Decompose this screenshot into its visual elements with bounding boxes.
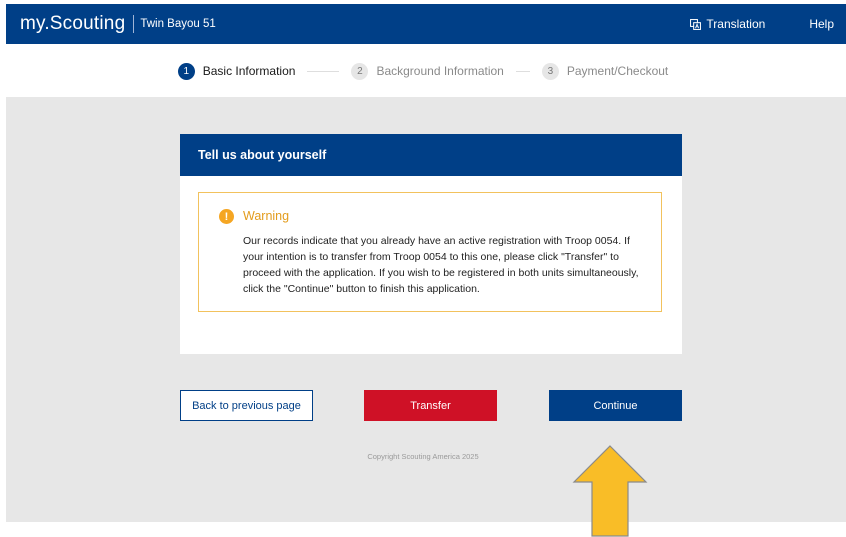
registration-stepper: 1 Basic Information 2 Background Informa… bbox=[0, 58, 846, 84]
step-number: 3 bbox=[541, 62, 559, 80]
warning-title: Warning bbox=[243, 209, 290, 223]
translation-label: Translation bbox=[706, 17, 766, 31]
continue-button[interactable]: Continue bbox=[549, 390, 682, 421]
copyright-text: Copyright Scouting America 2025 bbox=[367, 452, 479, 461]
transfer-button[interactable]: Transfer bbox=[364, 390, 497, 421]
up-arrow-icon bbox=[572, 445, 648, 537]
back-button[interactable]: Back to previous page bbox=[180, 390, 313, 421]
warning-message: Our records indicate that you already ha… bbox=[243, 235, 639, 295]
topbar-links: Translation Help bbox=[690, 17, 846, 31]
step-connector bbox=[307, 70, 340, 72]
brand-divider bbox=[133, 15, 135, 33]
exclamation-icon: ! bbox=[219, 209, 234, 224]
brand-logo[interactable]: my.Scouting bbox=[20, 13, 125, 35]
step-basic-information: 1 Basic Information bbox=[177, 62, 296, 80]
step-connector bbox=[515, 70, 530, 72]
unit-name: Twin Bayou 51 bbox=[140, 18, 216, 30]
help-link[interactable]: Help bbox=[809, 17, 834, 31]
top-navigation-bar: my.Scouting Twin Bayou 51 Translation He… bbox=[6, 4, 846, 44]
step-background-information: 2 Background Information bbox=[351, 62, 504, 80]
step-label: Basic Information bbox=[202, 64, 296, 78]
step-label: Payment/Checkout bbox=[566, 64, 669, 78]
step-number: 1 bbox=[177, 62, 195, 80]
warning-panel: ! Warning Our records indicate that you … bbox=[198, 192, 662, 312]
step-payment-checkout: 3 Payment/Checkout bbox=[541, 62, 669, 80]
translation-button[interactable]: Translation bbox=[690, 17, 765, 31]
step-label: Background Information bbox=[376, 64, 504, 78]
step-number: 2 bbox=[351, 62, 369, 80]
about-yourself-card: Tell us about yourself ! Warning Our rec… bbox=[180, 134, 682, 354]
translate-icon bbox=[690, 18, 702, 30]
card-header: Tell us about yourself bbox=[180, 134, 682, 176]
card-title: Tell us about yourself bbox=[198, 148, 327, 162]
